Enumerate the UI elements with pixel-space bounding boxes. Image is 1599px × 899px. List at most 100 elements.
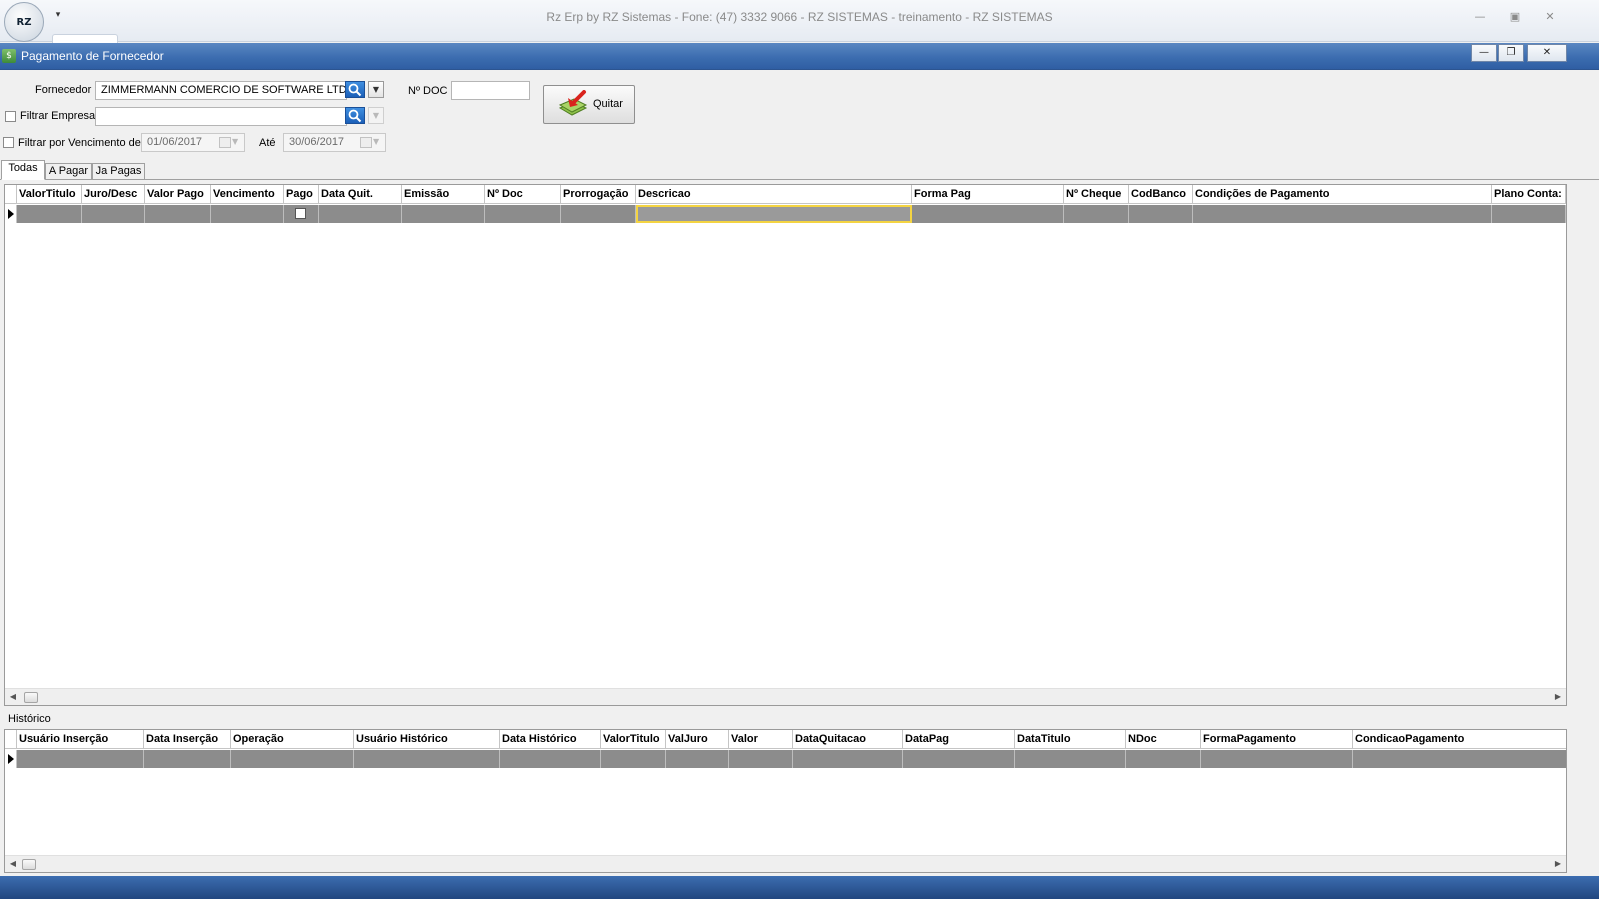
cell-forma-pag[interactable] — [912, 205, 1064, 223]
scroll-right-icon[interactable]: ▶ — [1552, 858, 1564, 870]
column-header[interactable]: Data Inserção — [144, 730, 231, 749]
column-header[interactable]: Valor — [729, 730, 793, 749]
cell-emissao[interactable] — [402, 205, 485, 223]
column-header[interactable]: ValJuro — [666, 730, 729, 749]
fornecedor-dropdown-button[interactable]: ▼ — [368, 81, 384, 98]
column-header[interactable]: Usuário Inserção — [17, 730, 144, 749]
cell-data-historico[interactable] — [500, 750, 601, 768]
column-header[interactable]: DataTitulo — [1015, 730, 1126, 749]
date-from-calendar-icon[interactable] — [219, 137, 231, 148]
cell-val-juro[interactable] — [666, 750, 729, 768]
cell-condicoes-pagamento[interactable] — [1193, 205, 1492, 223]
cell-juro-desc[interactable] — [82, 205, 145, 223]
column-header[interactable]: Data Histórico — [500, 730, 601, 749]
cell-n-cheque[interactable] — [1064, 205, 1129, 223]
filtrar-empresa-checkbox[interactable] — [5, 111, 16, 122]
chevron-down-icon: ▼ — [372, 85, 380, 94]
cell-condicao-pagamento[interactable] — [1353, 750, 1566, 768]
cell-operacao[interactable] — [231, 750, 354, 768]
column-header[interactable]: Plano Conta: — [1492, 185, 1566, 204]
cell-descricao[interactable] — [636, 205, 912, 223]
empresa-search-button[interactable] — [345, 107, 365, 124]
cell-valor[interactable] — [729, 750, 793, 768]
cell-data-quit[interactable] — [319, 205, 402, 223]
cell-data-insercao[interactable] — [144, 750, 231, 768]
window-title-bar — [0, 43, 1599, 70]
ribbon-tab[interactable] — [52, 34, 118, 43]
cell-data-titulo[interactable] — [1015, 750, 1126, 768]
table-row[interactable] — [5, 205, 1566, 223]
tab-a-pagar[interactable]: A Pagar — [45, 163, 92, 180]
cell-usuario-insercao[interactable] — [17, 750, 144, 768]
fornecedor-search-button[interactable] — [345, 81, 365, 98]
scroll-right-icon[interactable]: ▶ — [1552, 691, 1564, 703]
quitar-button[interactable]: Quitar — [543, 85, 635, 124]
cell-data-pag[interactable] — [903, 750, 1015, 768]
search-icon — [348, 83, 362, 96]
app-close-icon[interactable]: ✕ — [1539, 8, 1561, 26]
titles-grid[interactable]: ValorTitulo Juro/Desc Valor Pago Vencime… — [4, 184, 1567, 706]
column-header[interactable]: Nº Cheque — [1064, 185, 1129, 204]
cell-valor-titulo[interactable] — [601, 750, 666, 768]
column-header[interactable]: Prorrogação — [561, 185, 636, 204]
column-header[interactable]: CondicaoPagamento — [1353, 730, 1566, 749]
empresa-dropdown-button[interactable]: ▼ — [368, 107, 384, 124]
date-to-calendar-icon[interactable] — [360, 137, 372, 148]
table-row[interactable] — [5, 750, 1566, 768]
history-grid-horizontal-scrollbar[interactable]: ◀ ▶ — [5, 855, 1566, 872]
column-header[interactable]: Juro/Desc — [82, 185, 145, 204]
column-header[interactable]: Data Quit. — [319, 185, 402, 204]
scroll-thumb[interactable] — [22, 859, 36, 870]
window-minimize-button[interactable]: — — [1471, 44, 1497, 62]
column-header[interactable]: Usuário Histórico — [354, 730, 500, 749]
cell-usuario-historico[interactable] — [354, 750, 500, 768]
empresa-input[interactable] — [95, 107, 347, 126]
pago-checkbox[interactable] — [295, 208, 306, 219]
column-header[interactable]: Pago — [284, 185, 319, 204]
scroll-left-icon[interactable]: ◀ — [7, 691, 19, 703]
cell-plano-conta[interactable] — [1492, 205, 1566, 223]
window-restore-button[interactable]: ❐ — [1498, 44, 1524, 62]
history-grid[interactable]: Usuário Inserção Data Inserção Operação … — [4, 729, 1567, 873]
column-header[interactable]: NDoc — [1126, 730, 1201, 749]
cell-valor-titulo[interactable] — [17, 205, 82, 223]
column-header[interactable]: Emissão — [402, 185, 485, 204]
tab-todas[interactable]: Todas — [1, 160, 45, 180]
column-header[interactable]: DataQuitacao — [793, 730, 903, 749]
app-minimize-icon[interactable]: — — [1469, 8, 1491, 26]
cell-pago[interactable] — [284, 205, 319, 223]
column-header[interactable]: CodBanco — [1129, 185, 1193, 204]
column-header[interactable]: DataPag — [903, 730, 1015, 749]
column-header[interactable]: Forma Pag — [912, 185, 1064, 204]
window-icon: $ — [2, 49, 16, 63]
scroll-thumb[interactable] — [24, 692, 38, 703]
cell-vencimento[interactable] — [211, 205, 284, 223]
column-header[interactable]: Vencimento — [211, 185, 284, 204]
column-header[interactable]: Nº Doc — [485, 185, 561, 204]
cell-valor-pago[interactable] — [145, 205, 211, 223]
column-header[interactable]: ValorTitulo — [601, 730, 666, 749]
ndoc-input[interactable] — [451, 81, 530, 100]
column-header[interactable]: Condições de Pagamento — [1193, 185, 1492, 204]
column-header[interactable]: ValorTitulo — [17, 185, 82, 204]
column-header[interactable]: FormaPagamento — [1201, 730, 1353, 749]
cell-cod-banco[interactable] — [1129, 205, 1193, 223]
tab-ja-pagas[interactable]: Ja Pagas — [92, 163, 145, 180]
column-header[interactable]: Valor Pago — [145, 185, 211, 204]
scroll-left-icon[interactable]: ◀ — [7, 858, 19, 870]
chevron-down-icon[interactable]: ▼ — [373, 137, 379, 146]
column-header[interactable]: Descricao — [636, 185, 912, 204]
cell-ndoc[interactable] — [1126, 750, 1201, 768]
app-maximize-icon[interactable]: ▣ — [1504, 8, 1526, 26]
cell-n-doc[interactable] — [485, 205, 561, 223]
filtrar-vencimento-checkbox[interactable] — [3, 137, 14, 148]
chevron-down-icon[interactable]: ▼ — [232, 137, 238, 146]
column-header[interactable]: Operação — [231, 730, 354, 749]
cell-data-quitacao[interactable] — [793, 750, 903, 768]
fornecedor-input[interactable]: ZIMMERMANN COMERCIO DE SOFTWARE LTDA — [95, 81, 347, 100]
chevron-down-icon: ▼ — [372, 111, 380, 120]
window-close-button[interactable]: ✕ — [1527, 44, 1567, 62]
titles-grid-horizontal-scrollbar[interactable]: ◀ ▶ — [5, 688, 1566, 705]
cell-prorrogacao[interactable] — [561, 205, 636, 223]
cell-forma-pagamento[interactable] — [1201, 750, 1353, 768]
